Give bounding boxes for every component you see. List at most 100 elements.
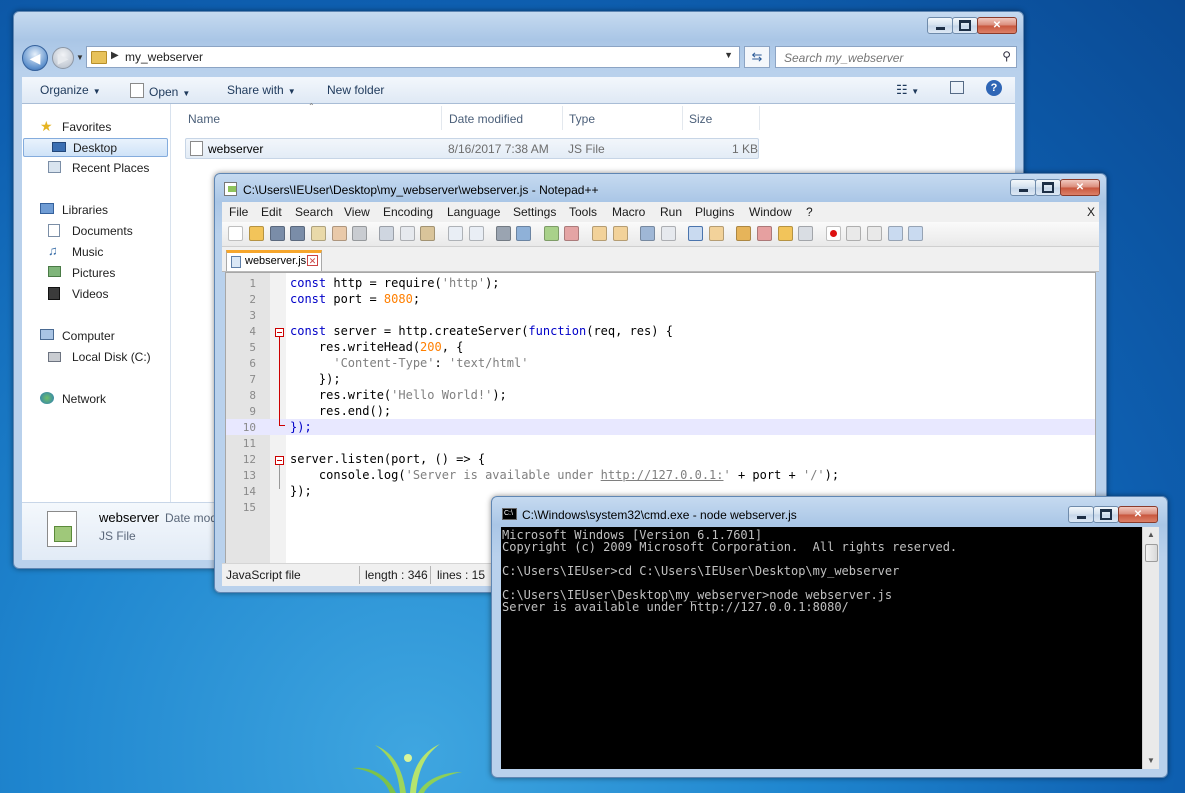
menu-run[interactable]: Run [660, 205, 682, 219]
scroll-thumb[interactable] [1145, 544, 1158, 562]
breadcrumb[interactable]: my_webserver [125, 50, 203, 64]
menu-help[interactable]: ? [806, 205, 813, 219]
file-row[interactable]: webserver 8/16/2017 7:38 AM JS File 1 KB [185, 138, 759, 159]
code-token: port = [326, 292, 384, 306]
status-length: length : 346 [365, 568, 428, 582]
redo-icon[interactable] [469, 226, 484, 241]
maximize-button[interactable] [1035, 179, 1061, 196]
monitoring-icon[interactable] [798, 226, 813, 241]
column-name[interactable]: Name [188, 112, 220, 126]
scroll-down-icon[interactable]: ▼ [1143, 753, 1159, 769]
column-date-modified[interactable]: Date modified [449, 112, 523, 126]
run-macro-multiple-icon[interactable] [888, 226, 903, 241]
function-list-icon[interactable] [757, 226, 772, 241]
code-line: 2 const port = 8080; [226, 291, 1095, 307]
save-icon[interactable] [270, 226, 285, 241]
sync-horizontal-icon[interactable] [613, 226, 628, 241]
menu-edit[interactable]: Edit [261, 205, 282, 219]
sync-vertical-icon[interactable] [592, 226, 607, 241]
close-button[interactable]: ✕ [1118, 506, 1158, 523]
language-icon[interactable] [709, 226, 724, 241]
close-button[interactable]: ✕ [1060, 179, 1100, 196]
tab-webserver-js[interactable]: webserver.js ✕ [226, 250, 322, 271]
open-button[interactable]: Open ▼ [130, 83, 190, 99]
show-all-characters-icon[interactable] [661, 226, 676, 241]
organize-button[interactable]: Organize ▼ [40, 83, 101, 97]
preview-pane-icon[interactable] [950, 81, 964, 94]
new-file-icon[interactable] [228, 226, 243, 241]
menu-file[interactable]: File [229, 205, 248, 219]
search-icon[interactable]: ⚲ [1002, 49, 1011, 63]
copy-icon[interactable] [400, 226, 415, 241]
column-size[interactable]: Size [689, 112, 712, 126]
share-with-button[interactable]: Share with ▼ [227, 83, 296, 97]
maximize-button[interactable] [952, 17, 978, 34]
menu-view[interactable]: View [344, 205, 370, 219]
tab-close-icon[interactable]: ✕ [307, 255, 318, 266]
menu-search[interactable]: Search [295, 205, 333, 219]
file-tab-icon [231, 256, 241, 268]
close-all-icon[interactable] [332, 226, 347, 241]
fold-toggle-icon[interactable] [275, 456, 284, 465]
sort-ascending-icon: ⌃ [308, 102, 315, 111]
cmd-icon-text: C:\ [504, 510, 513, 517]
scroll-up-icon[interactable]: ▲ [1143, 527, 1159, 543]
column-type[interactable]: Type [569, 112, 595, 126]
maximize-button[interactable] [1093, 506, 1119, 523]
cut-icon[interactable] [379, 226, 394, 241]
word-wrap-icon[interactable] [640, 226, 655, 241]
menu-macro[interactable]: Macro [612, 205, 645, 219]
minimize-button[interactable] [927, 17, 953, 34]
play-macro-icon[interactable] [867, 226, 882, 241]
view-options-icon[interactable]: ☷ ▼ [896, 82, 919, 98]
address-box[interactable]: ▶ my_webserver ▼ [86, 46, 740, 68]
find-icon[interactable] [496, 226, 511, 241]
undo-icon[interactable] [448, 226, 463, 241]
minimize-button[interactable] [1068, 506, 1094, 523]
breadcrumb-separator-icon[interactable]: ▶ [111, 50, 119, 61]
nav-desktop[interactable]: Desktop [23, 138, 168, 157]
folder-as-workspace-icon[interactable] [778, 226, 793, 241]
menu-encoding[interactable]: Encoding [383, 205, 433, 219]
record-macro-icon[interactable] [826, 226, 841, 241]
replace-icon[interactable] [516, 226, 531, 241]
cmd-scrollbar[interactable]: ▲ ▼ [1142, 527, 1159, 769]
js-file-large-icon [47, 511, 77, 547]
column-divider[interactable] [682, 106, 683, 130]
column-divider[interactable] [759, 106, 760, 130]
new-folder-button[interactable]: New folder [327, 83, 384, 97]
save-macro-icon[interactable] [908, 226, 923, 241]
save-all-icon[interactable] [290, 226, 305, 241]
column-divider[interactable] [562, 106, 563, 130]
column-divider[interactable] [441, 106, 442, 130]
stop-macro-icon[interactable] [846, 226, 861, 241]
back-button[interactable]: ◀ [22, 45, 48, 71]
menu-settings[interactable]: Settings [513, 205, 556, 219]
forward-button[interactable]: ▶ [52, 47, 74, 69]
indent-guide-icon[interactable] [688, 226, 703, 241]
menu-tools[interactable]: Tools [569, 205, 597, 219]
print-icon[interactable] [352, 226, 367, 241]
menu-window[interactable]: Window [749, 205, 792, 219]
menu-plugins[interactable]: Plugins [695, 205, 734, 219]
zoom-in-icon[interactable] [544, 226, 559, 241]
menu-language[interactable]: Language [447, 205, 500, 219]
zoom-out-icon[interactable] [564, 226, 579, 241]
organize-label: Organize [40, 83, 89, 97]
code-url-token[interactable]: http://127.0.0.1: [601, 468, 724, 482]
help-icon[interactable]: ? [986, 80, 1002, 96]
console-output-area[interactable]: Microsoft Windows [Version 6.1.7601] Cop… [501, 527, 1142, 769]
search-input[interactable] [782, 48, 996, 68]
close-file-icon[interactable] [311, 226, 326, 241]
address-dropdown-icon[interactable]: ▼ [724, 50, 733, 60]
open-file-icon[interactable] [249, 226, 264, 241]
line-number: 2 [249, 293, 256, 306]
doc-map-icon[interactable] [736, 226, 751, 241]
minimize-button[interactable] [1010, 179, 1036, 196]
close-button[interactable]: ✕ [977, 17, 1017, 34]
refresh-button[interactable]: ⇆ [744, 46, 770, 68]
close-document-x[interactable]: X [1087, 205, 1095, 219]
recent-pages-dropdown[interactable]: ▼ [76, 53, 84, 62]
paste-icon[interactable] [420, 226, 435, 241]
fold-toggle-icon[interactable] [275, 328, 284, 337]
